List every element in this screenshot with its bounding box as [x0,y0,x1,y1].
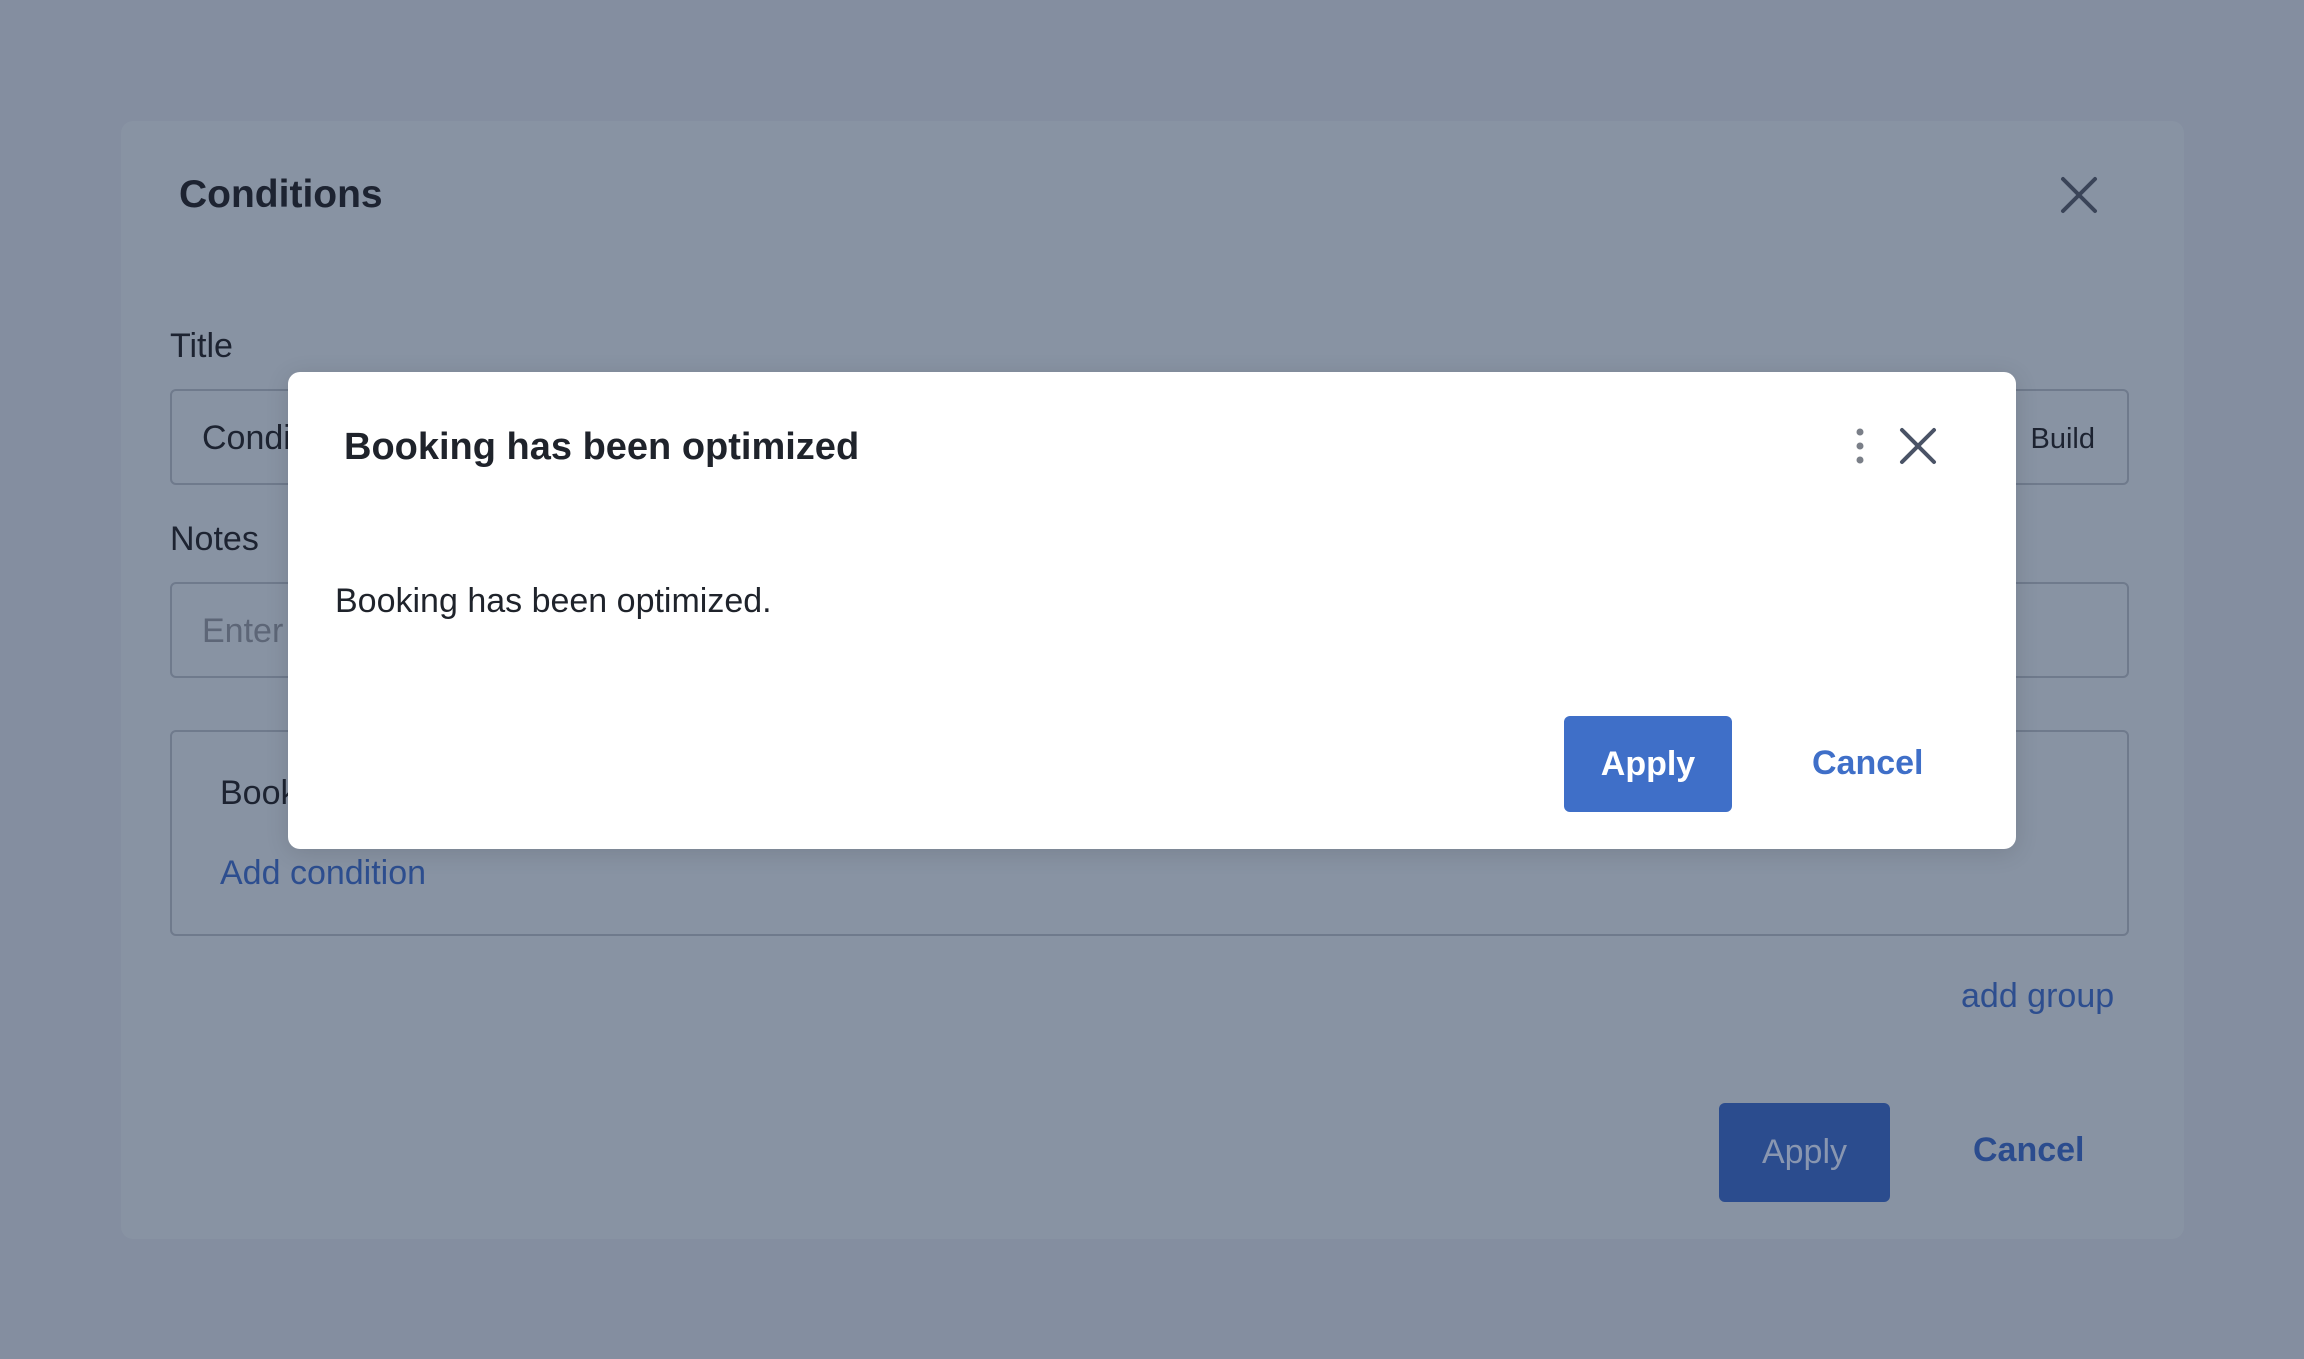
add-condition-link[interactable]: Add condition [220,854,426,893]
close-icon[interactable] [1896,424,1940,468]
apply-button[interactable]: Apply [1564,716,1732,812]
modal-message: Booking has been optimized. [335,582,772,620]
add-group-link[interactable]: add group [1961,977,2114,1016]
build-button[interactable]: Build [2031,423,2096,456]
cancel-button[interactable]: Cancel [1812,744,1924,783]
conditions-dialog-title: Conditions [179,173,383,216]
notes-input-placeholder: Enter [202,612,284,650]
more-vertical-icon[interactable] [1848,424,1872,468]
booking-optimized-modal: Booking has been optimized Booking has b… [288,372,2016,849]
close-icon[interactable] [2053,169,2105,221]
title-field-label: Title [170,327,233,365]
background-apply-button[interactable]: Apply [1719,1103,1890,1202]
condition-group-label: Book [220,774,298,812]
modal-title: Booking has been optimized [344,426,860,468]
notes-field-label: Notes [170,520,259,558]
title-input-value: Condi [202,419,291,457]
background-cancel-button[interactable]: Cancel [1973,1131,2085,1170]
